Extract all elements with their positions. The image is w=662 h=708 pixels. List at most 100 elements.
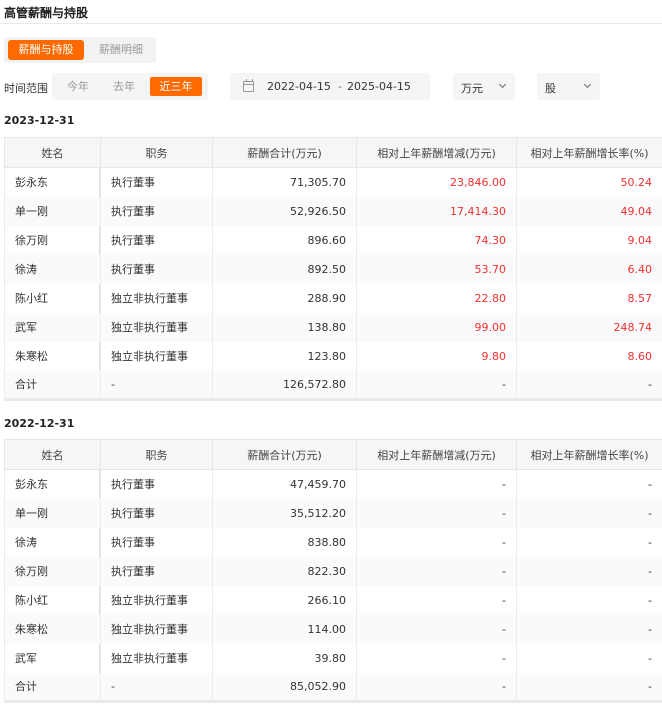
table-row: 武军 独立非执行董事 39.80- - (4, 643, 662, 673)
table-row: 徐涛 执行董事 892.50 53.70 6.40 (4, 254, 662, 284)
title-divider (0, 23, 662, 24)
cell-change: - (356, 370, 517, 401)
range-option-last-year[interactable]: 去年 (104, 77, 144, 96)
share-unit-select-value: 股 (545, 82, 556, 95)
cell-role: 独立非执行董事 (100, 341, 213, 371)
cell-role: 执行董事 (100, 498, 213, 528)
cell-role: 执行董事 (100, 469, 213, 499)
header-name: 姓名 (4, 137, 101, 168)
cell-total: 71,305.70 (212, 167, 357, 197)
cell-role: 执行董事 (100, 527, 213, 557)
cell-rate: - (516, 672, 662, 703)
table-row: 合计 -85,052.90- - (4, 672, 662, 703)
table-row: 单一刚 执行董事 52,926.50 17,414.30 49.04 (4, 196, 662, 226)
cell-name: 合计 (4, 672, 101, 703)
share-unit-select[interactable]: 股 (537, 73, 600, 100)
cell-name: 徐万刚 (4, 225, 101, 255)
date-start: 2022-04-15 (267, 80, 331, 93)
cell-change: 53.70 (356, 254, 517, 284)
cell-name: 合计 (4, 370, 101, 401)
cell-change: 9.80 (356, 341, 517, 371)
cell-name: 徐涛 (4, 254, 101, 284)
page-title: 高管薪酬与持股 (4, 6, 89, 20)
cell-total: 52,926.50 (212, 196, 357, 226)
table-row: 合计 -126,572.80- - (4, 370, 662, 401)
cell-rate: - (516, 643, 662, 673)
calendar-icon (243, 79, 254, 92)
cell-role: 执行董事 (100, 225, 213, 255)
cell-name: 朱寒松 (4, 614, 101, 644)
table-row: 朱寒松 独立非执行董事 114.00- - (4, 614, 662, 644)
cell-rate: 8.60 (516, 341, 662, 371)
cell-change: 17,414.30 (356, 196, 517, 226)
cell-role: - (100, 370, 213, 401)
cell-name: 朱寒松 (4, 341, 101, 371)
cell-name: 陈小红 (4, 585, 101, 615)
cell-total: 896.60 (212, 225, 357, 255)
compensation-table: 姓名 职务 薪酬合计(万元) 相对上年薪酬增减(万元) 相对上年薪酬增长率(%) 彭永东执… (4, 137, 662, 401)
table-row: 单一刚 执行董事 35,512.20- - (4, 498, 662, 528)
time-range-label: 时间范围 (4, 82, 48, 95)
range-option-this-year[interactable]: 今年 (60, 77, 96, 96)
cell-total: 288.90 (212, 283, 357, 313)
table-header-row: 姓名 职务 薪酬合计(万元) 相对上年薪酬增减(万元) 相对上年薪酬增长率(%) (4, 439, 662, 470)
table-row: 朱寒松 独立非执行董事 123.80 9.80 8.60 (4, 341, 662, 371)
cell-change: 99.00 (356, 312, 517, 342)
header-change: 相对上年薪酬增减(万元) (356, 439, 517, 470)
cell-rate: - (516, 498, 662, 528)
cell-role: 独立非执行董事 (100, 283, 213, 313)
tab-bar: 薪酬与持股 薪酬明细 (4, 37, 156, 63)
cell-rate: - (516, 469, 662, 499)
table-row: 彭永东 执行董事 47,459.70- - (4, 469, 662, 499)
compensation-table: 姓名 职务 薪酬合计(万元) 相对上年薪酬增减(万元) 相对上年薪酬增长率(%) 彭永东执… (4, 439, 662, 703)
cell-change: - (356, 643, 517, 673)
cell-total: 85,052.90 (212, 672, 357, 703)
cell-rate: 49.04 (516, 196, 662, 226)
cell-name: 陈小红 (4, 283, 101, 313)
cell-change: - (356, 614, 517, 644)
section-date: 2022-12-31 (4, 417, 75, 430)
chevron-down-icon (498, 80, 507, 89)
tab-compensation-details[interactable]: 薪酬明细 (88, 40, 154, 60)
header-role: 职务 (100, 137, 213, 168)
date-range-picker[interactable]: 2022-04-15 - 2025-04-15 (230, 73, 430, 100)
cell-total: 35,512.20 (212, 498, 357, 528)
cell-change: - (356, 498, 517, 528)
cell-total: 47,459.70 (212, 469, 357, 499)
cell-rate: - (516, 370, 662, 401)
date-separator: - (338, 80, 342, 93)
cell-total: 892.50 (212, 254, 357, 284)
cell-name: 单一刚 (4, 196, 101, 226)
cell-change: - (356, 585, 517, 615)
cell-change: 74.30 (356, 225, 517, 255)
time-range-selector: 今年 去年 近三年 (52, 73, 208, 100)
tab-compensation-holdings[interactable]: 薪酬与持股 (8, 40, 84, 60)
header-rate: 相对上年薪酬增长率(%) (516, 137, 662, 168)
cell-rate: 248.74 (516, 312, 662, 342)
header-rate: 相对上年薪酬增长率(%) (516, 439, 662, 470)
cell-change: - (356, 469, 517, 499)
cell-role: 独立非执行董事 (100, 643, 213, 673)
cell-name: 彭永东 (4, 469, 101, 499)
header-role: 职务 (100, 439, 213, 470)
cell-total: 114.00 (212, 614, 357, 644)
unit-select-value: 万元 (461, 82, 483, 95)
unit-select[interactable]: 万元 (453, 73, 515, 100)
cell-name: 武军 (4, 312, 101, 342)
cell-rate: - (516, 585, 662, 615)
cell-total: 838.80 (212, 527, 357, 557)
table-row: 徐涛 执行董事 838.80- - (4, 527, 662, 557)
cell-total: 138.80 (212, 312, 357, 342)
cell-role: 独立非执行董事 (100, 585, 213, 615)
cell-name: 单一刚 (4, 498, 101, 528)
cell-change: 23,846.00 (356, 167, 517, 197)
table-header-row: 姓名 职务 薪酬合计(万元) 相对上年薪酬增减(万元) 相对上年薪酬增长率(%) (4, 137, 662, 168)
cell-change: - (356, 527, 517, 557)
cell-role: 独立非执行董事 (100, 312, 213, 342)
section-date: 2023-12-31 (4, 114, 75, 127)
cell-rate: - (516, 527, 662, 557)
header-change: 相对上年薪酬增减(万元) (356, 137, 517, 168)
cell-role: 执行董事 (100, 254, 213, 284)
range-option-three-years[interactable]: 近三年 (150, 77, 202, 96)
header-total: 薪酬合计(万元) (212, 439, 357, 470)
